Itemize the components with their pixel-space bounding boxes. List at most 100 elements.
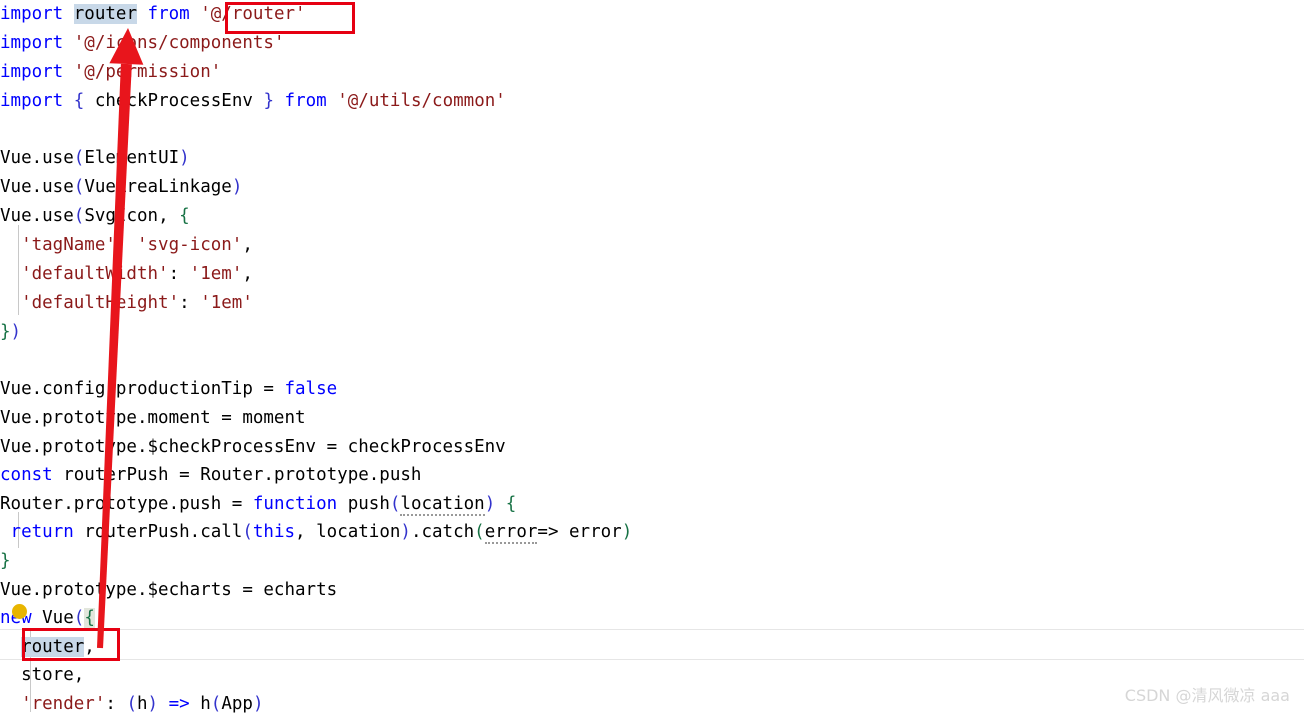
code-token: '1em' [190,264,243,284]
import-source-highlight-box [225,2,355,34]
code-token: ) [11,322,22,342]
code-token: , [242,235,253,255]
code-line-8[interactable]: Vue.use(SvgIcon, { [0,202,1304,231]
code-token: ( [242,522,253,542]
code-token: function [253,494,337,514]
code-token: ) [253,694,264,714]
code-token: ( [390,494,401,514]
code-token [158,694,169,714]
code-token: '@/icons/components' [74,33,285,53]
code-token: Vue [32,608,74,628]
code-token: Vue.prototype.moment = moment [0,408,306,428]
code-token: routerPush.call [74,522,243,542]
code-token: '@/utils/common' [337,91,506,111]
code-line-7[interactable]: Vue.use(VueAreaLinkage) [0,173,1304,202]
code-token: Vue.prototype.$checkProcessEnv = checkPr… [0,437,506,457]
code-line-16[interactable]: Vue.prototype.$checkProcessEnv = checkPr… [0,433,1304,462]
code-line-11[interactable]: 'defaultHeight': '1em' [0,289,1304,318]
code-line-6[interactable]: Vue.use(ElementUI) [0,144,1304,173]
code-token: } [263,91,274,111]
code-token: App [221,694,253,714]
code-token: return [11,522,74,542]
code-token: 'tagName' [21,235,116,255]
code-line-23[interactable]: router, [0,633,1304,662]
code-token [0,235,21,255]
code-token: Vue.config.productionTip = [0,379,284,399]
code-token: ( [126,694,137,714]
code-line-15[interactable]: Vue.prototype.moment = moment [0,404,1304,433]
code-token: h [190,694,211,714]
code-token [0,637,21,657]
intention-bulb-icon[interactable] [12,604,27,619]
code-token: ) [179,148,190,168]
code-token: } [0,322,11,342]
code-token: ( [211,694,222,714]
code-token: ( [74,608,85,628]
code-token: : [179,293,200,313]
code-token: SvgIcon, [84,206,179,226]
code-token: { [506,494,517,514]
code-token: ) [148,694,159,714]
code-line-20[interactable]: } [0,547,1304,576]
code-token: 'defaultHeight' [21,293,179,313]
code-line-3[interactable]: import '@/permission' [0,58,1304,87]
code-line-4[interactable]: import { checkProcessEnv } from '@/utils… [0,87,1304,116]
code-token: false [284,379,337,399]
code-token: { [179,206,190,226]
code-token: => [169,694,190,714]
code-token: const [0,465,53,485]
code-line-21[interactable]: Vue.prototype.$echarts = echarts [0,576,1304,605]
code-token: 'defaultWidth' [21,264,169,284]
code-line-22[interactable]: new Vue({ [0,604,1304,633]
code-token: ( [74,148,85,168]
code-line-2[interactable]: import '@/icons/components' [0,29,1304,58]
code-token: '1em' [200,293,253,313]
code-line-14[interactable]: Vue.config.productionTip = false [0,375,1304,404]
router-option-highlight-box [22,628,120,661]
code-token: import [0,62,74,82]
code-token: VueAreaLinkage [84,177,232,197]
code-token: import [0,33,74,53]
code-token: .catch [411,522,474,542]
code-token [0,694,21,714]
code-token: Vue.prototype.$echarts = echarts [0,580,337,600]
code-token: : [105,694,126,714]
code-token: , location [295,522,400,542]
code-token: ) [232,177,243,197]
code-token: from [148,4,190,24]
code-token: ( [74,206,85,226]
code-token: } [0,551,11,571]
code-line-17[interactable]: const routerPush = Router.prototype.push [0,461,1304,490]
code-token: : [116,235,137,255]
code-token: { [74,91,85,111]
code-token: ) [485,494,496,514]
code-line-24[interactable]: store, [0,661,1304,690]
code-token: ElementUI [84,148,179,168]
code-content-layer[interactable]: import router from '@/router'import '@/i… [0,0,1304,712]
code-token: ) [622,522,633,542]
code-token: Vue.use [0,206,74,226]
code-token: ( [74,177,85,197]
code-line-25[interactable]: 'render': (h) => h(App) [0,690,1304,719]
code-line-10[interactable]: 'defaultWidth': '1em', [0,260,1304,289]
code-line-13[interactable] [0,346,1304,375]
code-token: => error [537,522,621,542]
code-line-9[interactable]: 'tagName': 'svg-icon', [0,231,1304,260]
code-token: checkProcessEnv [84,91,263,111]
code-token: : [169,264,190,284]
code-token: store, [0,665,84,685]
code-line-12[interactable]: }) [0,318,1304,347]
code-line-19[interactable]: return routerPush.call(this, location).c… [0,518,1304,547]
code-token: Vue.use [0,148,74,168]
code-line-1[interactable]: import router from '@/router' [0,0,1304,29]
code-token: Router.prototype.push = [0,494,253,514]
code-token: Vue.use [0,177,74,197]
csdn-watermark: CSDN @清风微凉 aaa [1125,682,1290,706]
code-token: h [137,694,148,714]
code-token: ( [474,522,485,542]
code-line-5[interactable] [0,116,1304,145]
code-token: push [337,494,390,514]
code-line-18[interactable]: Router.prototype.push = function push(lo… [0,490,1304,519]
code-token: import [0,4,74,24]
code-editor-viewport[interactable]: import router from '@/router'import '@/i… [0,0,1304,712]
